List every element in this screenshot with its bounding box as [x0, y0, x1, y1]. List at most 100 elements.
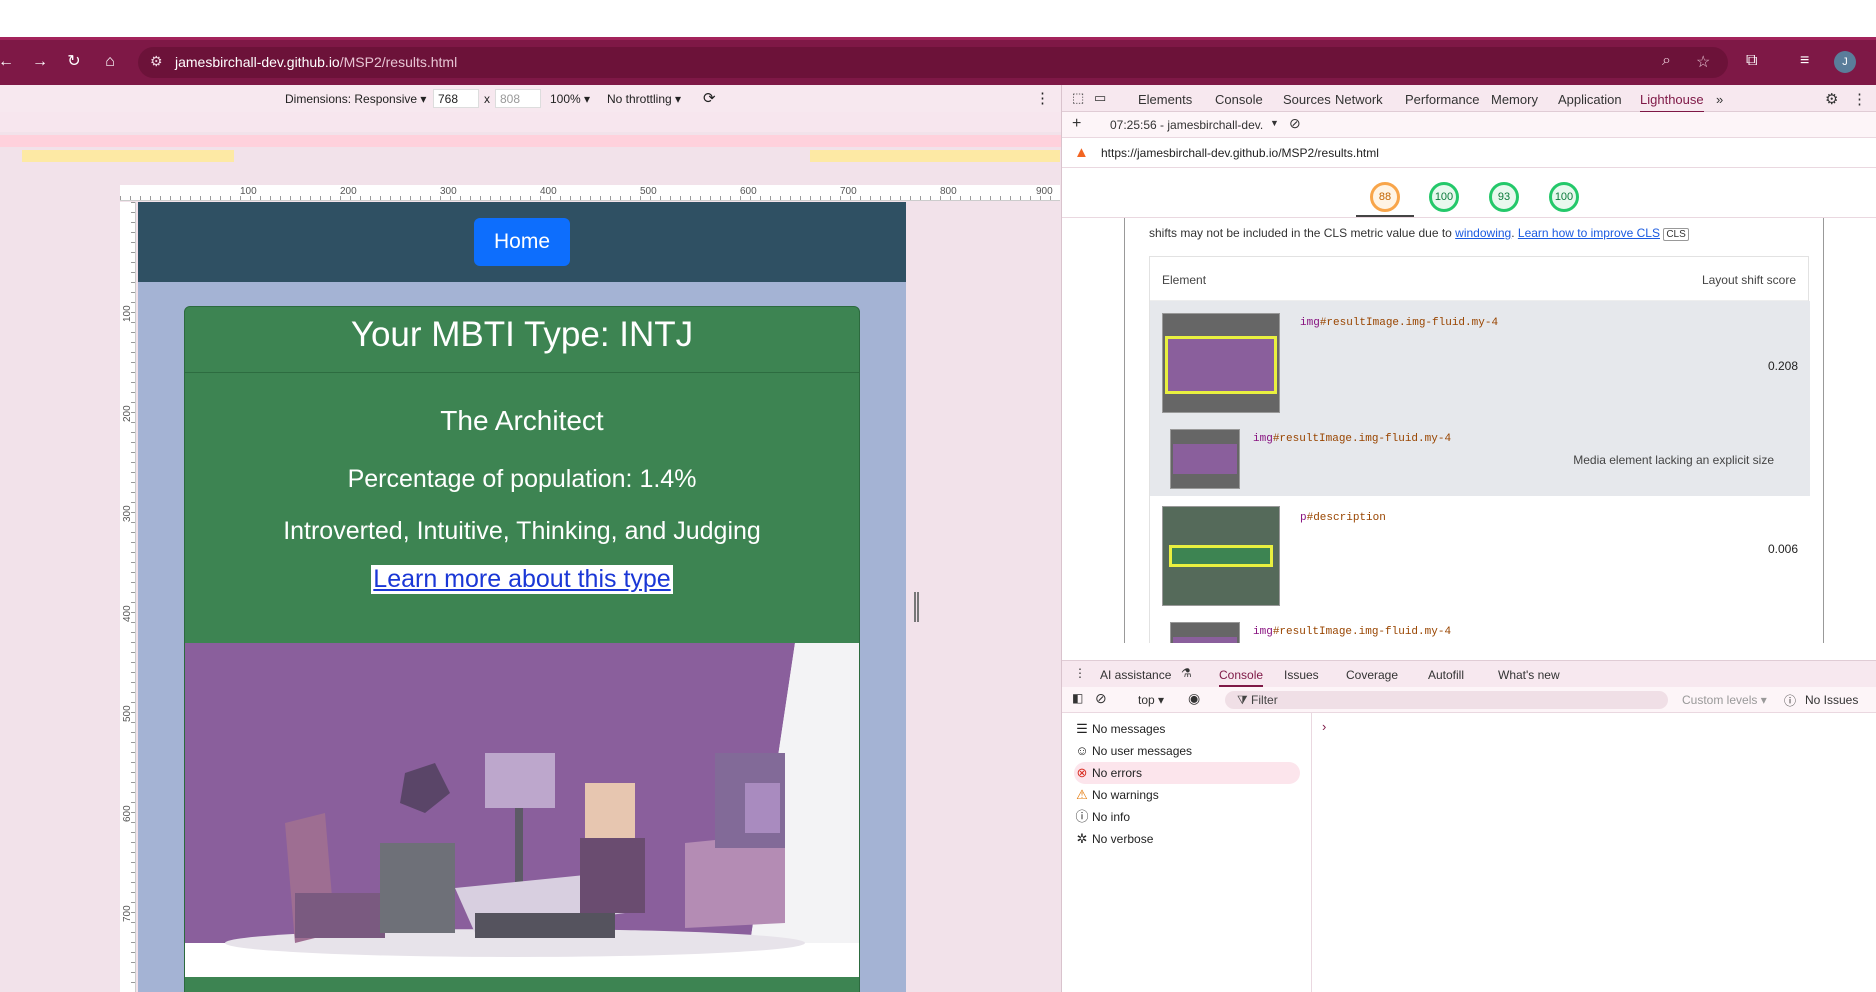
- drawer-tab-issues[interactable]: Issues: [1284, 668, 1319, 682]
- element-selector[interactable]: img#resultImage.img-fluid.my-4: [1253, 626, 1451, 638]
- dimensions-dropdown[interactable]: Dimensions: Responsive ▾: [285, 92, 426, 106]
- flask-icon: ⚗: [1181, 666, 1192, 680]
- more-tabs-icon[interactable]: »: [1716, 92, 1723, 107]
- type-name: The Architect: [440, 405, 604, 436]
- throttling-dropdown[interactable]: No throttling ▾: [607, 92, 681, 106]
- star-icon[interactable]: ☆: [1696, 52, 1710, 72]
- best-practices-score[interactable]: 93: [1489, 182, 1519, 212]
- element-selector[interactable]: img#resultImage.img-fluid.my-4: [1300, 317, 1498, 329]
- cls-badge: CLS: [1663, 228, 1689, 241]
- sidebar-toggle-icon[interactable]: ◧: [1072, 691, 1083, 705]
- sidebar-item-warnings[interactable]: ⚠ No warnings: [1074, 784, 1300, 806]
- report-url[interactable]: https://jamesbirchall-dev.github.io/MSP2…: [1101, 146, 1379, 160]
- width-input[interactable]: 768: [433, 89, 479, 108]
- media-query-bar-min-left[interactable]: [22, 150, 234, 162]
- media-icon[interactable]: ≡: [1800, 52, 1809, 70]
- filter-input[interactable]: ⧩ Filter: [1225, 691, 1668, 709]
- learn-more-link[interactable]: Learn more about this type: [371, 565, 673, 594]
- sidebar-item-label: No user messages: [1092, 744, 1193, 758]
- table-row[interactable]: img#resultImage.img-fluid.my-4 0.208 img…: [1150, 301, 1810, 496]
- add-report-icon[interactable]: +: [1072, 115, 1081, 133]
- ruler-tick: 100: [122, 305, 133, 322]
- lighthouse-report: shifts may not be included in the CLS me…: [1124, 218, 1824, 643]
- clear-icon[interactable]: ⊘: [1289, 115, 1301, 132]
- drawer-tab-console[interactable]: Console: [1219, 668, 1264, 687]
- eye-icon[interactable]: ◉: [1188, 690, 1200, 707]
- console-prompt-icon[interactable]: ›: [1322, 719, 1326, 734]
- architect-illustration: [185, 643, 859, 977]
- tab-sources[interactable]: Sources: [1283, 92, 1331, 107]
- media-query-bar-max[interactable]: [0, 112, 1061, 132]
- population-text: Percentage of population: 1.4%: [347, 465, 697, 493]
- ruler-tick: 200: [340, 186, 357, 197]
- tab-elements[interactable]: Elements: [1138, 92, 1192, 107]
- tab-lighthouse[interactable]: Lighthouse: [1640, 92, 1704, 113]
- devtools-menu-icon[interactable]: ⋮: [1852, 90, 1867, 108]
- log-levels-dropdown[interactable]: Custom levels ▾: [1682, 693, 1767, 707]
- sidebar-item-verbose[interactable]: ✲ No verbose: [1074, 828, 1300, 850]
- sidebar-item-messages[interactable]: ☰ No messages: [1074, 718, 1300, 740]
- resize-handle[interactable]: [914, 592, 919, 622]
- home-icon[interactable]: ⌂: [100, 53, 120, 71]
- zoom-icon[interactable]: ⌕: [1662, 52, 1671, 70]
- more-options-icon[interactable]: ⋮: [1035, 89, 1050, 107]
- emulated-viewport: Home Your MBTI Type: INTJ The Architect …: [138, 202, 906, 992]
- devtools-tabbar: ⬚ ▭ Elements Console Sources Network Per…: [1062, 85, 1876, 113]
- sidebar-item-errors[interactable]: ⊗ No errors: [1074, 762, 1300, 784]
- drawer-tab-autofill[interactable]: Autofill: [1428, 668, 1464, 682]
- extensions-icon[interactable]: ⧉: [1746, 52, 1757, 70]
- site-info-icon[interactable]: ⚙: [150, 53, 163, 70]
- avatar[interactable]: J: [1834, 51, 1856, 73]
- tab-network[interactable]: Network: [1335, 92, 1383, 107]
- drawer-menu-icon[interactable]: ⋮: [1074, 666, 1086, 680]
- drawer-tab-ai-assistance[interactable]: AI assistance: [1100, 668, 1171, 682]
- result-card: Your MBTI Type: INTJ The Architect Perce…: [184, 306, 860, 992]
- inspect-icon[interactable]: ⬚: [1072, 90, 1084, 106]
- table-row[interactable]: p#description 0.006 img#resultImage.img-…: [1150, 496, 1810, 643]
- ruler-tick: 600: [740, 186, 757, 197]
- issues-count[interactable]: No Issues: [1805, 693, 1858, 707]
- selector-rest: #description: [1306, 512, 1386, 524]
- tab-performance[interactable]: Performance: [1405, 92, 1479, 107]
- url-text[interactable]: jamesbirchall-dev.github.io/MSP2/results…: [175, 54, 457, 70]
- tab-memory[interactable]: Memory: [1491, 92, 1538, 107]
- tab-application[interactable]: Application: [1558, 92, 1622, 107]
- report-selector[interactable]: 07:25:56 - jamesbirchall-dev.: [1110, 118, 1263, 132]
- sidebar-item-user-messages[interactable]: ☺ No user messages: [1074, 740, 1300, 762]
- reload-icon[interactable]: ↻: [64, 53, 84, 71]
- media-query-bar-min-max[interactable]: [0, 135, 1061, 147]
- zoom-dropdown[interactable]: 100% ▾: [550, 92, 590, 106]
- context-selector[interactable]: top ▾: [1138, 693, 1164, 707]
- drawer-tab-coverage[interactable]: Coverage: [1346, 668, 1398, 682]
- home-button[interactable]: Home: [474, 218, 570, 266]
- element-selector[interactable]: p#description: [1300, 512, 1386, 524]
- accessibility-score[interactable]: 100: [1429, 182, 1459, 212]
- selector-rest: #resultImage.img-fluid.my-4: [1319, 317, 1499, 329]
- forward-icon[interactable]: →: [30, 53, 50, 71]
- performance-score[interactable]: 88: [1370, 182, 1400, 212]
- selector-rest: #resultImage.img-fluid.my-4: [1272, 433, 1452, 445]
- device-toggle-icon[interactable]: ▭: [1094, 90, 1106, 106]
- element-selector[interactable]: img#resultImage.img-fluid.my-4: [1253, 433, 1451, 445]
- shift-score: 0.006: [1767, 542, 1798, 556]
- windowing-link[interactable]: windowing: [1455, 226, 1511, 240]
- drawer-tab-whats-new[interactable]: What's new: [1498, 668, 1560, 682]
- chevron-down-icon[interactable]: ▼: [1270, 118, 1279, 128]
- selector-tag: p: [1300, 512, 1307, 524]
- back-icon[interactable]: ←: [0, 53, 16, 71]
- rotate-icon[interactable]: ⟳: [703, 89, 716, 107]
- cls-note-text: shifts may not be included in the CLS me…: [1149, 226, 1456, 240]
- seo-score[interactable]: 100: [1549, 182, 1579, 212]
- sidebar-item-info[interactable]: ⓘ No info: [1074, 806, 1300, 828]
- tab-console[interactable]: Console: [1215, 92, 1263, 107]
- height-input[interactable]: 808: [495, 89, 541, 108]
- layout-shift-table: Element Layout shift score img#resultIma…: [1149, 256, 1810, 643]
- report-url-row: ▲ https://jamesbirchall-dev.github.io/MS…: [1062, 138, 1876, 168]
- bug-icon: ✲: [1076, 831, 1088, 846]
- url-box[interactable]: ⚙ jamesbirchall-dev.github.io/MSP2/resul…: [138, 47, 1728, 78]
- media-query-bar-min-right[interactable]: [810, 150, 1060, 162]
- settings-icon[interactable]: ⚙: [1825, 90, 1838, 108]
- traits-text: Introverted, Intuitive, Thinking, and Ju…: [283, 517, 761, 545]
- clear-console-icon[interactable]: ⊘: [1095, 690, 1107, 707]
- improve-cls-link[interactable]: Learn how to improve CLS: [1518, 226, 1660, 240]
